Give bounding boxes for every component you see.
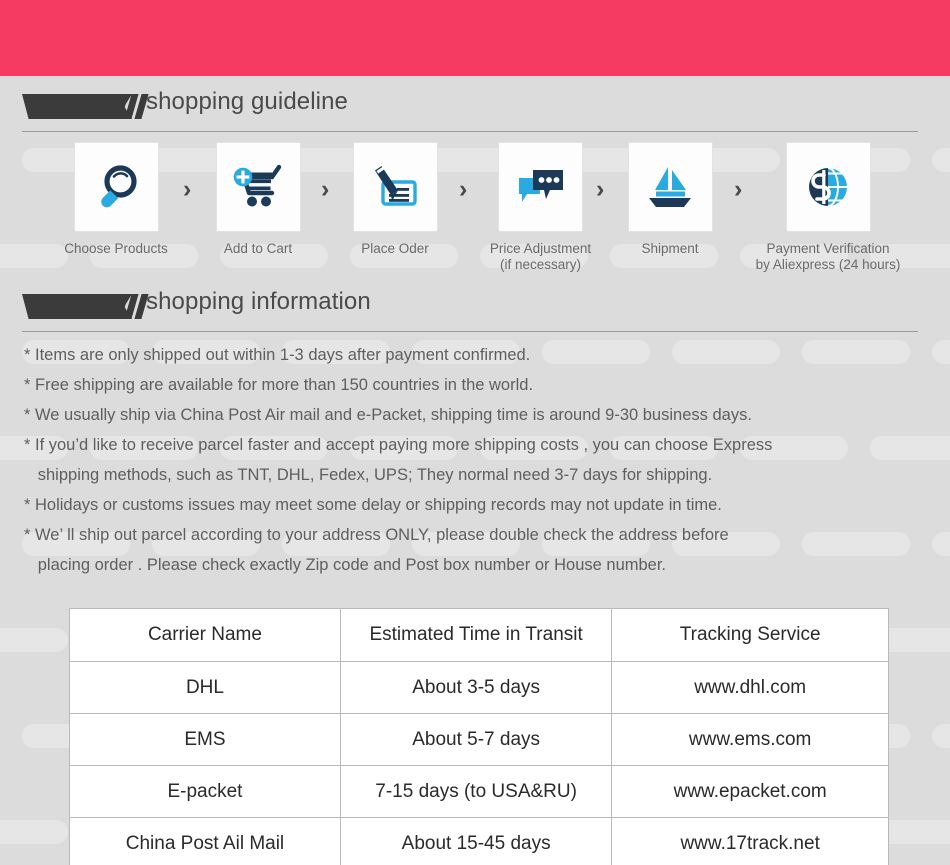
step-label: Payment Verification by Aliexpress (24 h… [755,241,901,272]
step-label: Price Adjustment (if necessary) [489,241,592,272]
step-icon-box [352,142,438,232]
watermark-blob [932,532,950,556]
magnifier-icon [101,165,137,208]
step-label: Choose Products [64,241,168,256]
step-add-to-cart[interactable]: Add to Cart [188,142,328,257]
table-cell-carrier: E-packet [69,765,341,818]
step-label: Add to Cart [223,241,293,256]
watermark-blob [932,724,950,748]
table-cell-time: About 5-7 days [339,713,613,766]
guideline-steps: Choose Products › Add to Cart › Place Od… [0,142,950,277]
step-icon-box [498,142,583,232]
info-line: shipping methods, such as TNT, DHL, Fede… [24,466,713,484]
table-header-cell: Estimated Time in Transit [339,608,613,662]
table-cell-tracking[interactable]: www.17track.net [611,817,889,865]
section-header-information: shopping information [0,288,950,332]
table-cell-carrier: China Post Ail Mail [69,817,341,865]
step-payment-verification[interactable]: Payment Verification by Aliexpress (24 h… [738,142,918,273]
information-lines: * Items are only shipped out within 1-3 … [24,340,929,580]
add-to-cart-icon [233,164,282,207]
info-line: * We’ ll ship out parcel according to yo… [24,526,729,544]
info-line: * If you’d like to receive parcel faster… [24,436,773,454]
dollar-globe-icon [809,167,847,207]
table-row: DHL About 3-5 days www.dhl.com [69,661,889,714]
watermark-blob [0,628,68,652]
table-row: EMS About 5-7 days www.ems.com [69,713,889,766]
page-root: shopping guideline Choose Products › Add… [0,0,950,865]
pen-check-icon [375,166,417,206]
step-icon-box [785,142,871,232]
chat-bubbles-icon [518,170,563,202]
step-icon-box [627,142,713,232]
table-header-cell: Carrier Name [69,608,341,662]
guideline-title: shopping guideline [146,88,348,115]
step-price-adjustment[interactable]: Price Adjustment (if necessary) [463,142,618,273]
table-cell-tracking[interactable]: www.dhl.com [611,661,889,714]
table-cell-time: About 3-5 days [339,661,613,714]
table-cell-carrier: EMS [69,713,341,766]
table-cell-tracking[interactable]: www.ems.com [611,713,889,766]
info-line: * Holidays or customs issues may meet so… [24,496,722,514]
table-header-cell: Tracking Service [611,608,889,662]
table-cell-time: About 15-45 days [339,817,613,865]
info-line: * Items are only shipped out within 1-3 … [24,346,531,364]
information-title: shopping information [146,288,371,315]
top-pink-banner [0,0,950,76]
step-icon-box [215,142,301,232]
header-rule [22,131,918,132]
table-row: E-packet 7-15 days (to USA&RU) www.epack… [69,765,889,818]
sailboat-icon [649,167,691,207]
section-header-guideline: shopping guideline [0,88,950,132]
table-cell-carrier: DHL [69,661,341,714]
watermark-blob [0,820,68,844]
step-shipment[interactable]: Shipment [600,142,740,257]
info-line: * Free shipping are available for more t… [24,376,534,394]
step-icon-box [73,142,159,232]
step-place-order[interactable]: Place Oder [325,142,465,257]
table-cell-tracking[interactable]: www.epacket.com [611,765,889,818]
info-line: * We usually ship via China Post Air mai… [24,406,752,424]
step-label: Shipment [641,241,699,256]
table-cell-time: 7-15 days (to USA&RU) [339,765,613,818]
table-row: China Post Ail Mail About 15-45 days www… [69,817,889,865]
step-label: Place Oder [361,241,429,256]
info-line: placing order . Please check exactly Zip… [24,556,667,574]
carrier-table: Carrier Name Estimated Time in Transit T… [69,608,889,865]
header-rule [22,331,918,332]
watermark-blob [932,340,950,364]
step-choose-products[interactable]: Choose Products [46,142,186,257]
table-header-row: Carrier Name Estimated Time in Transit T… [69,608,889,662]
